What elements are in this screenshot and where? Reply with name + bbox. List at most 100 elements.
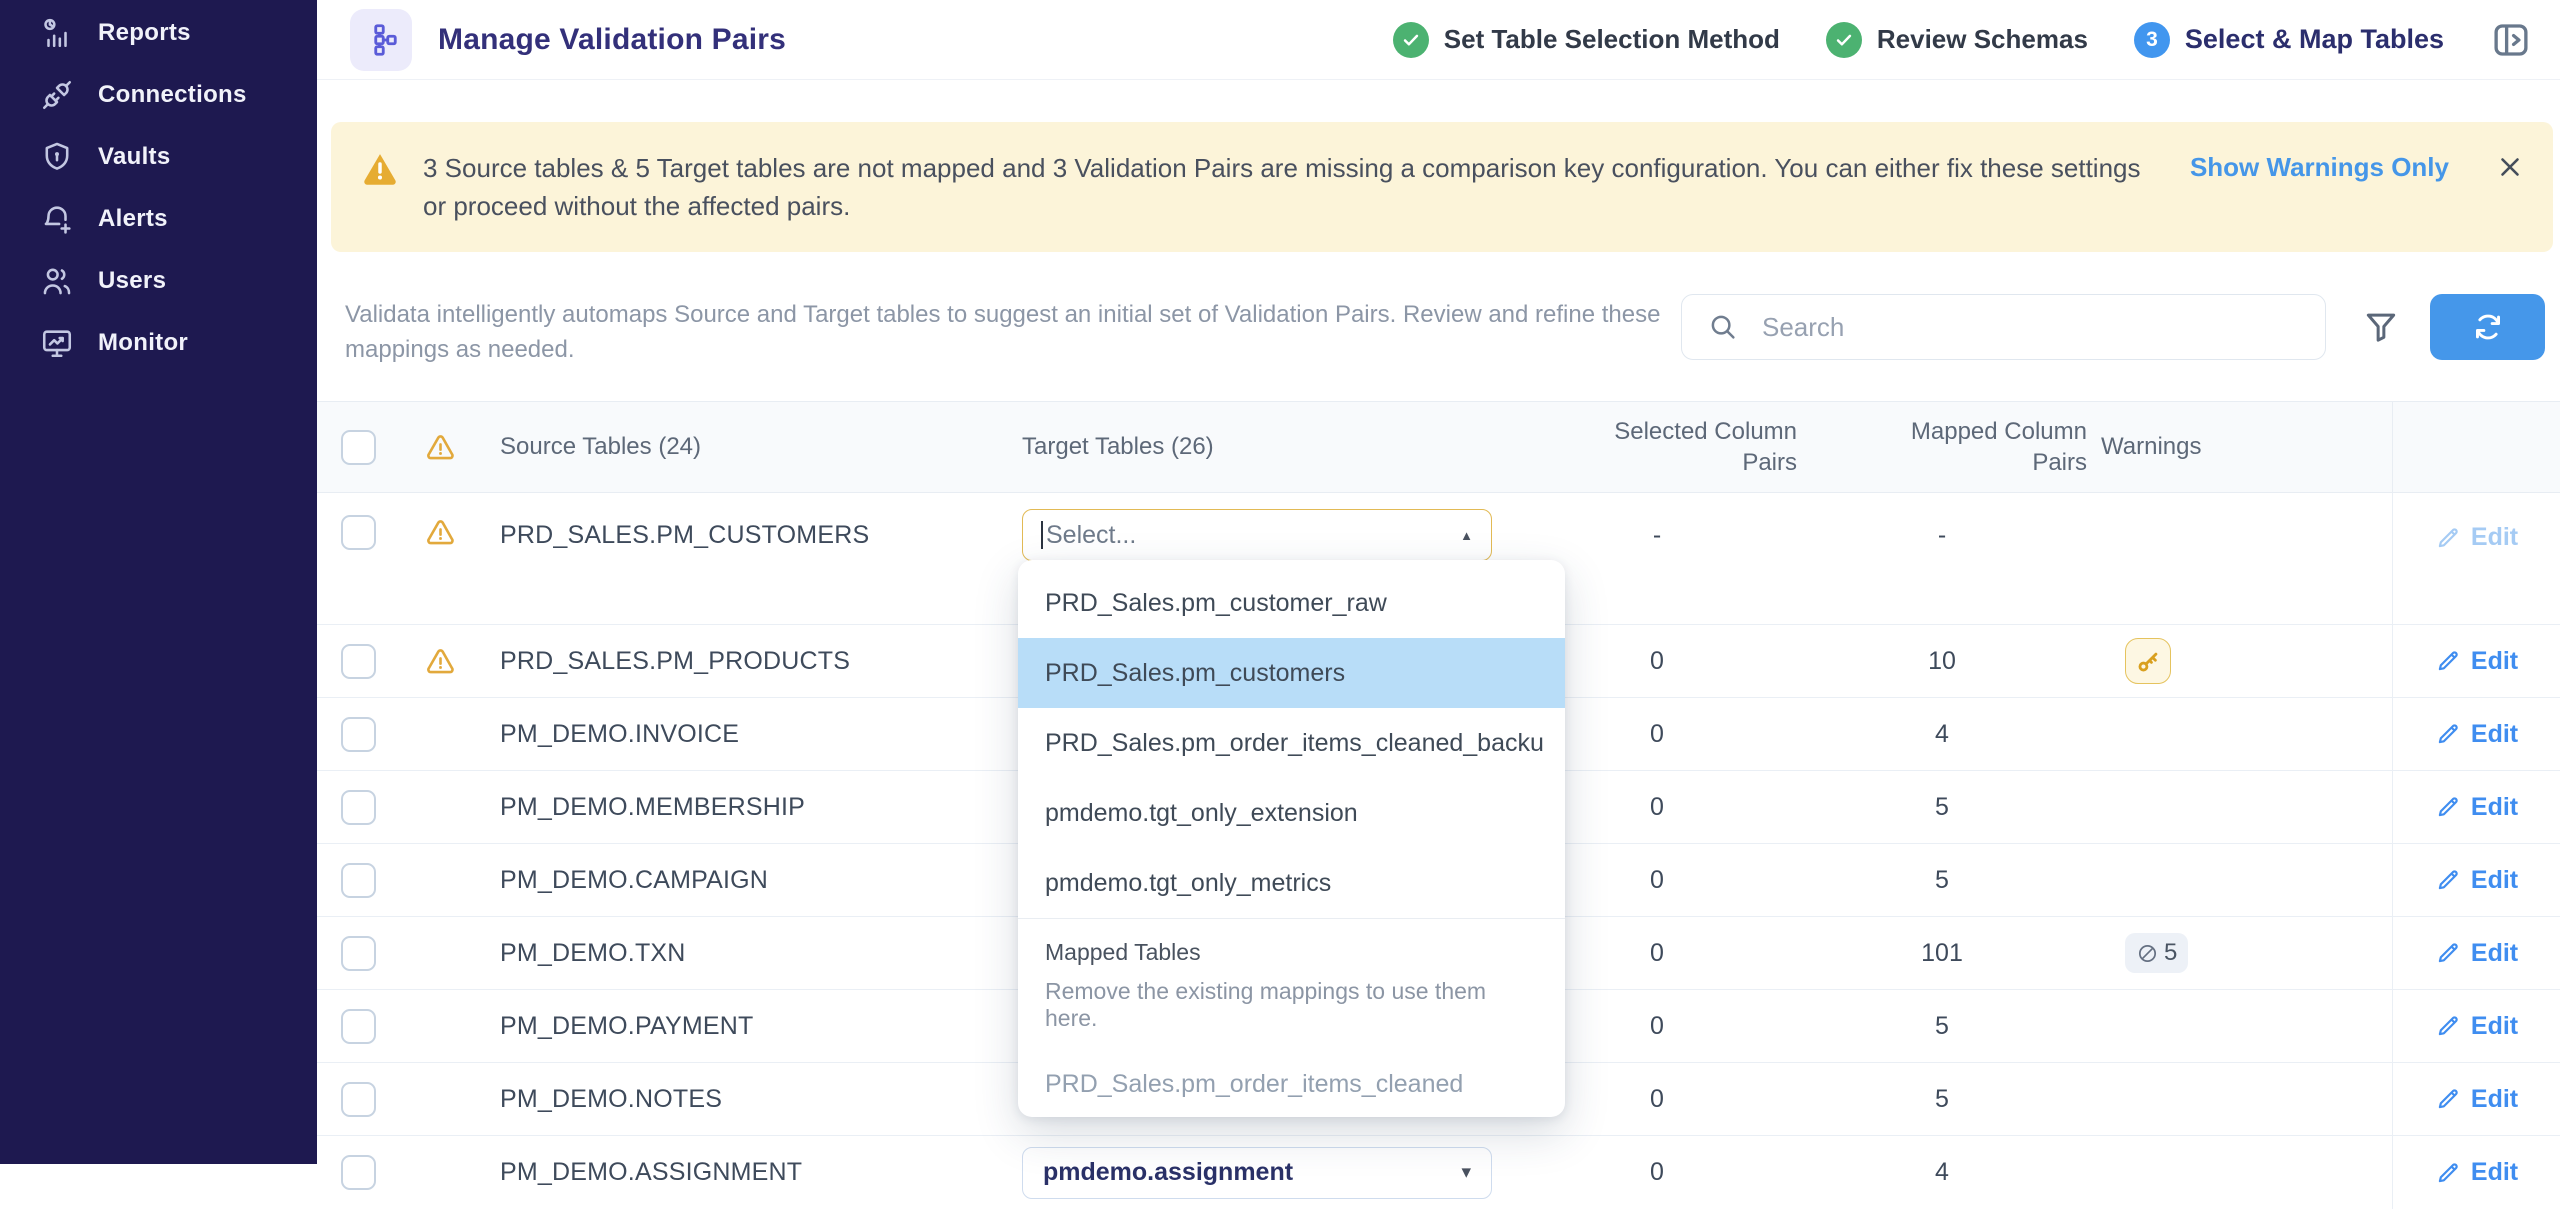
refresh-icon: [2472, 311, 2504, 343]
edit-button-label: Edit: [2471, 1012, 2518, 1041]
target-table-select[interactable]: pmdemo.assignment ▾: [1022, 1147, 1492, 1199]
edit-pair-button[interactable]: Edit: [2435, 720, 2518, 749]
sidebar-item-label: Connections: [98, 81, 247, 109]
sidebar-item-monitor[interactable]: Monitor: [0, 312, 317, 374]
column-header-source[interactable]: Source Tables (24): [477, 433, 1022, 461]
step-label: Select & Map Tables: [2185, 24, 2444, 55]
chevron-up-icon: ▲: [1460, 528, 1473, 543]
step-review-schemas[interactable]: Review Schemas: [1826, 22, 2088, 58]
row-checkbox[interactable]: [341, 515, 376, 550]
edit-pair-button[interactable]: Edit: [2435, 866, 2518, 895]
pencil-icon: [2435, 648, 2461, 674]
edit-pair-button[interactable]: Edit: [2435, 1012, 2518, 1041]
step-number-badge: 3: [2134, 22, 2170, 58]
row-checkbox[interactable]: [341, 1009, 376, 1044]
source-table-name: PM_DEMO.CAMPAIGN: [477, 866, 1022, 895]
target-table-cell: Select... ▲: [1022, 509, 1517, 561]
step-check-icon: [1393, 22, 1429, 58]
edit-button-label: Edit: [2471, 523, 2518, 552]
sidebar-item-alerts[interactable]: Alerts: [0, 188, 317, 250]
search-icon: [1708, 312, 1738, 342]
search-input[interactable]: [1762, 312, 2305, 343]
sidebar-item-label: Users: [98, 267, 166, 295]
warnings-cell: 5: [2087, 933, 2392, 973]
edit-button-label: Edit: [2471, 1158, 2518, 1187]
mapped-table-item: PRD_Sales.pm_order_items_cleaned Mapped …: [1045, 1070, 1538, 1117]
mapped-column-pairs-value: 10: [1797, 647, 2087, 676]
sidebar-item-vaults[interactable]: Vaults: [0, 126, 317, 188]
step-label: Set Table Selection Method: [1444, 24, 1780, 55]
mapped-column-pairs-value: 5: [1797, 793, 2087, 822]
target-table-select-open[interactable]: Select... ▲: [1022, 509, 1492, 561]
actions-cell: Edit: [2392, 990, 2560, 1062]
row-checkbox[interactable]: [341, 936, 376, 971]
step-set-table-selection-method[interactable]: Set Table Selection Method: [1393, 22, 1780, 58]
actions-cell: Edit: [2392, 771, 2560, 843]
edit-pair-button[interactable]: Edit: [2435, 793, 2518, 822]
target-table-value: pmdemo.assignment: [1043, 1158, 1293, 1187]
edit-pair-button[interactable]: Edit: [2435, 1158, 2518, 1187]
pencil-icon: [2435, 1160, 2461, 1186]
key-icon: [2135, 648, 2162, 675]
column-header-target[interactable]: Target Tables (26): [1022, 433, 1517, 461]
row-checkbox[interactable]: [341, 790, 376, 825]
dropdown-option-pmdemo-tgt-only-extension[interactable]: pmdemo.tgt_only_extension: [1018, 778, 1565, 848]
dropdown-option-pmdemo-tgt-only-metrics[interactable]: pmdemo.tgt_only_metrics: [1018, 848, 1565, 918]
row-checkbox[interactable]: [341, 1155, 376, 1190]
row-checkbox[interactable]: [341, 644, 376, 679]
edit-pair-button[interactable]: Edit: [2435, 1085, 2518, 1114]
monitor-icon: [40, 326, 74, 360]
stepper: Set Table Selection Method Review Schema…: [1393, 22, 2444, 58]
dropdown-option-prd-sales-pm-customer-raw[interactable]: PRD_Sales.pm_customer_raw: [1018, 568, 1565, 638]
close-banner-icon[interactable]: [2495, 152, 2525, 182]
edit-pair-button[interactable]: Edit: [2435, 939, 2518, 968]
selected-column-pairs-value: 0: [1517, 1158, 1797, 1187]
dropdown-option-prd-sales-pm-customers[interactable]: PRD_Sales.pm_customers: [1018, 638, 1565, 708]
source-table-name: PM_DEMO.ASSIGNMENT: [477, 1158, 1022, 1187]
source-table-name: PM_DEMO.TXN: [477, 939, 1022, 968]
missing-key-badge[interactable]: [2125, 638, 2171, 684]
source-table-name: PRD_SALES.PM_PRODUCTS: [477, 647, 1022, 676]
selected-column-pairs-value: -: [1517, 521, 1797, 550]
search-group: [1681, 294, 2545, 360]
step-check-icon: [1826, 22, 1862, 58]
dropdown-option-prd-sales-pm-order-items-cleaned-backu[interactable]: PRD_Sales.pm_order_items_cleaned_backu: [1018, 708, 1565, 778]
search-box[interactable]: [1681, 294, 2326, 360]
column-header-warnings[interactable]: Warnings: [2087, 433, 2392, 461]
page-title: Manage Validation Pairs: [438, 23, 786, 57]
edit-pair-button[interactable]: Edit: [2435, 523, 2518, 552]
collapse-panel-icon[interactable]: [2490, 19, 2532, 61]
reports-icon: [40, 16, 74, 50]
warning-banner: 3 Source tables & 5 Target tables are no…: [331, 122, 2553, 252]
column-header-actions: [2392, 402, 2560, 492]
actions-cell: Edit: [2392, 1136, 2560, 1209]
refresh-mappings-button[interactable]: [2430, 294, 2545, 360]
row-checkbox[interactable]: [341, 863, 376, 898]
step-select-map-tables[interactable]: 3 Select & Map Tables: [2134, 22, 2444, 58]
row-checkbox[interactable]: [341, 717, 376, 752]
mapped-column-pairs-value: 101: [1797, 939, 2087, 968]
excluded-columns-badge[interactable]: 5: [2125, 933, 2188, 973]
row-checkbox[interactable]: [341, 1082, 376, 1117]
sidebar-item-reports[interactable]: Reports: [0, 2, 317, 64]
select-placeholder: Select...: [1046, 521, 1136, 550]
actions-cell: Edit: [2392, 698, 2560, 770]
edit-pair-button[interactable]: Edit: [2435, 647, 2518, 676]
sidebar-item-users[interactable]: Users: [0, 250, 317, 312]
sidebar: Reports Connections Vaults Alerts Users …: [0, 0, 317, 1164]
mapped-column-pairs-value: 5: [1797, 1012, 2087, 1041]
pencil-icon: [2435, 794, 2461, 820]
users-icon: [40, 264, 74, 298]
filter-icon[interactable]: [2362, 308, 2400, 346]
source-table-name: PRD_SALES.PM_CUSTOMERS: [477, 521, 1022, 550]
sidebar-item-connections[interactable]: Connections: [0, 64, 317, 126]
actions-cell: Edit: [2392, 1063, 2560, 1135]
select-all-checkbox[interactable]: [341, 430, 376, 465]
blocked-icon: [2136, 942, 2159, 965]
column-header-mapped-pairs[interactable]: Mapped Column Pairs: [1797, 416, 2087, 478]
step-label: Review Schemas: [1877, 24, 2088, 55]
show-warnings-only-link[interactable]: Show Warnings Only: [2150, 152, 2495, 183]
source-table-name: PM_DEMO.NOTES: [477, 1085, 1022, 1114]
pencil-icon: [2435, 940, 2461, 966]
column-header-selected-pairs[interactable]: Selected Column Pairs: [1517, 416, 1797, 478]
